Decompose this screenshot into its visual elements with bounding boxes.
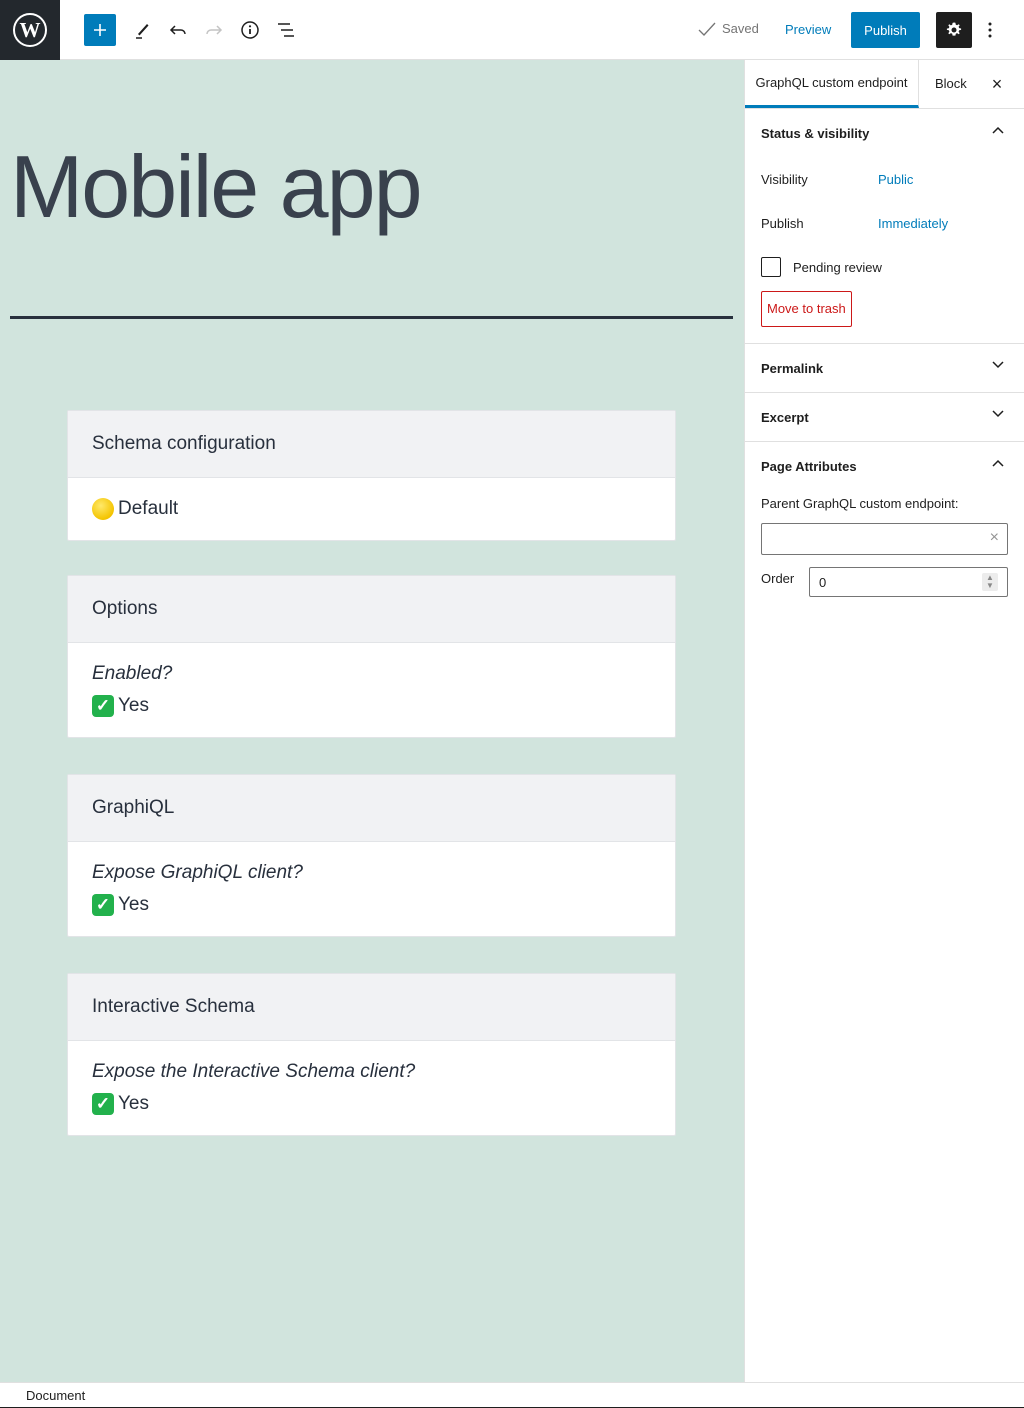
list-view-button[interactable]: [270, 14, 302, 46]
check-mark-icon: ✓: [92, 1093, 114, 1115]
panel-toggle[interactable]: Excerpt: [745, 393, 1024, 441]
panel-title: Permalink: [761, 360, 824, 376]
check-mark-icon: ✓: [92, 695, 114, 717]
chevron-down-icon: [992, 361, 1004, 369]
plus-icon: [94, 24, 106, 36]
tab-document[interactable]: GraphQL custom endpoint: [745, 60, 919, 108]
check-icon: [698, 22, 716, 36]
check-mark-icon: ✓: [92, 894, 114, 916]
tab-block[interactable]: Block: [935, 76, 967, 91]
move-to-trash-button[interactable]: Move to trash: [761, 291, 852, 327]
close-icon[interactable]: ×: [989, 74, 1005, 94]
settings-sidebar: GraphQL custom endpoint Block × Status &…: [744, 60, 1024, 1382]
visibility-toggle[interactable]: Public: [878, 172, 913, 187]
card-answer: Yes: [118, 894, 149, 915]
redo-icon: [206, 25, 223, 35]
list-view-icon: [278, 23, 294, 37]
separator: [10, 316, 733, 319]
footer-breadcrumb-bar: Document: [0, 1382, 1024, 1408]
sidebar-tabs: GraphQL custom endpoint Block ×: [745, 60, 1024, 109]
panel-title: Status & visibility: [761, 125, 870, 141]
parent-select-input[interactable]: ×: [761, 523, 1008, 555]
card-header: Interactive Schema: [68, 974, 675, 1041]
settings-button[interactable]: [936, 12, 972, 48]
wordpress-logo-icon[interactable]: W: [0, 0, 60, 60]
panel-title: Excerpt: [761, 409, 809, 425]
preview-button[interactable]: Preview: [785, 22, 831, 37]
card-answer: Yes: [118, 1093, 149, 1114]
more-vertical-icon: [988, 22, 992, 38]
card-question: Enabled?: [92, 663, 173, 684]
card-graphiql[interactable]: GraphiQL Expose GraphiQL client? ✓ Yes: [67, 774, 676, 937]
pencil-icon: [136, 24, 149, 39]
card-question: Expose GraphiQL client?: [92, 862, 303, 883]
post-title[interactable]: Mobile app: [10, 136, 423, 238]
panel-title: Page Attributes: [761, 458, 857, 474]
visibility-label: Visibility: [761, 171, 808, 187]
card-answer: Default: [118, 498, 179, 519]
order-input[interactable]: 0 ▲ ▼: [809, 567, 1008, 597]
card-answer: Yes: [118, 695, 149, 716]
card-options[interactable]: Options Enabled? ✓ Yes: [67, 575, 676, 738]
saved-label: Saved: [722, 21, 759, 36]
details-button[interactable]: [234, 14, 266, 46]
order-label: Order: [761, 571, 795, 586]
breadcrumb-document[interactable]: Document: [26, 1388, 85, 1403]
pending-review-checkbox[interactable]: [761, 257, 781, 277]
add-block-button[interactable]: [84, 14, 116, 46]
undo-button[interactable]: [162, 14, 194, 46]
card-schema-configuration[interactable]: Schema configuration Default: [67, 410, 676, 541]
card-header: Schema configuration: [68, 411, 675, 478]
redo-button[interactable]: [198, 14, 230, 46]
card-question: Expose the Interactive Schema client?: [92, 1061, 416, 1082]
panel-permalink: Permalink: [745, 344, 1024, 393]
panel-page-attributes: Page Attributes Parent GraphQL custom en…: [745, 442, 1024, 597]
card-header: Options: [68, 576, 675, 643]
clear-icon[interactable]: ×: [990, 529, 999, 547]
undo-icon: [169, 25, 186, 35]
parent-label: Parent GraphQL custom endpoint:: [761, 496, 959, 511]
saved-status: Saved: [698, 21, 759, 36]
panel-toggle[interactable]: Page Attributes: [745, 442, 1024, 490]
panel-toggle[interactable]: Permalink: [745, 344, 1024, 392]
publish-date-toggle[interactable]: Immediately: [878, 216, 948, 231]
panel-status-visibility: Status & visibility Visibility Public Pub…: [745, 109, 1024, 344]
info-icon: [241, 21, 259, 39]
top-toolbar: W Saved Preview Publish: [0, 0, 1024, 60]
publish-button[interactable]: Publish: [851, 12, 920, 48]
gear-icon: [946, 22, 962, 36]
chevron-up-icon: [992, 126, 1004, 134]
card-header: GraphiQL: [68, 775, 675, 842]
panel-toggle[interactable]: Status & visibility: [745, 109, 1024, 157]
chevron-down-icon: [992, 410, 1004, 418]
editor-canvas: Mobile app Schema configuration Default …: [0, 60, 744, 1382]
svg-text:W: W: [20, 18, 41, 42]
pending-review-label: Pending review: [793, 259, 882, 275]
chevron-up-icon: [992, 459, 1004, 467]
yellow-circle-icon: [92, 498, 114, 520]
publish-label: Publish: [761, 215, 804, 231]
card-interactive-schema[interactable]: Interactive Schema Expose the Interactiv…: [67, 973, 676, 1136]
tools-button[interactable]: [126, 14, 158, 46]
order-value: 0: [819, 574, 827, 590]
panel-excerpt: Excerpt: [745, 393, 1024, 442]
options-button[interactable]: [980, 14, 1000, 46]
spinner-icon[interactable]: ▲ ▼: [982, 573, 998, 591]
